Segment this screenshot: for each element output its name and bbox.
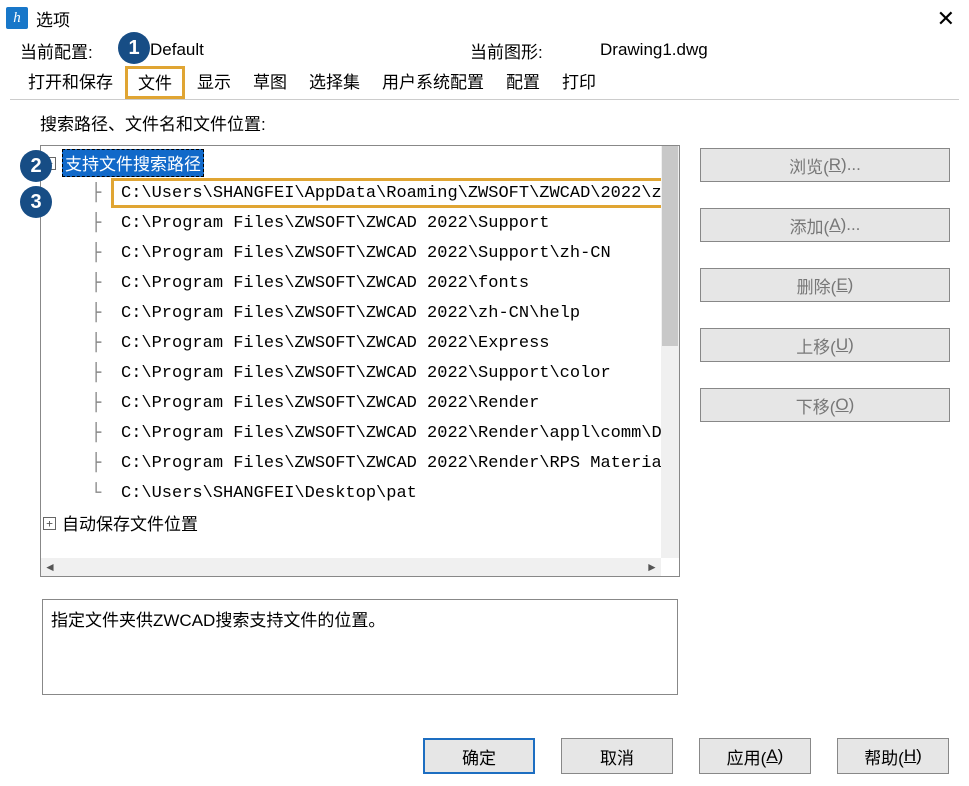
tree-branch-icon: ├ xyxy=(91,273,121,293)
tree-path-text: C:\Program Files\ZWSOFT\ZWCAD 2022\fonts xyxy=(121,274,529,293)
content-heading: 搜索路径、文件名和文件位置: xyxy=(40,110,953,135)
annotation-badge-2: 2 xyxy=(20,150,52,182)
tree-path-text: C:\Program Files\ZWSOFT\ZWCAD 2022\Rende… xyxy=(121,454,661,473)
tree-path-item[interactable]: ├ C:\Program Files\ZWSOFT\ZWCAD 2022\Sup… xyxy=(41,358,661,388)
window-title: 选项 xyxy=(36,6,70,31)
tab-open-save[interactable]: 打开和保存 xyxy=(18,66,123,99)
vertical-scrollbar-thumb[interactable] xyxy=(662,146,678,346)
tree-path-item[interactable]: ├ C:\Program Files\ZWSOFT\ZWCAD 2022\zh-… xyxy=(41,298,661,328)
tree-path-item[interactable]: ├ C:\Users\SHANGFEI\AppData\Roaming\ZWSO… xyxy=(41,178,661,208)
tab-files[interactable]: 文件 xyxy=(125,66,185,99)
tree-branch-icon: ├ xyxy=(91,423,121,443)
tree-path-text: C:\Users\SHANGFEI\AppData\Roaming\ZWSOFT… xyxy=(121,184,661,203)
tree-path-text: C:\Program Files\ZWSOFT\ZWCAD 2022\Suppo… xyxy=(121,214,549,233)
dialog-button-bar: 确定 取消 应用(A) 帮助(H) xyxy=(423,738,949,774)
tree-branch-icon: ├ xyxy=(91,393,121,413)
expand-icon[interactable]: + xyxy=(43,517,56,530)
tree-path-text: C:\Program Files\ZWSOFT\ZWCAD 2022\zh-CN… xyxy=(121,304,580,323)
file-tree[interactable]: − 支持文件搜索路径 ├ C:\Users\SHANGFEI\AppData\R… xyxy=(41,146,661,558)
tree-path-text: C:\Program Files\ZWSOFT\ZWCAD 2022\Expre… xyxy=(121,334,549,353)
current-drawing-label: 当前图形: xyxy=(470,38,600,63)
scroll-left-icon[interactable]: ◄ xyxy=(41,560,59,574)
ok-button[interactable]: 确定 xyxy=(423,738,535,774)
tree-node-autosave[interactable]: + 自动保存文件位置 xyxy=(41,508,661,538)
tab-display[interactable]: 显示 xyxy=(187,66,241,99)
file-tree-panel: − 支持文件搜索路径 ├ C:\Users\SHANGFEI\AppData\R… xyxy=(40,145,680,577)
tree-path-item[interactable]: ├ C:\Program Files\ZWSOFT\ZWCAD 2022\fon… xyxy=(41,268,661,298)
tree-path-text: C:\Users\SHANGFEI\Desktop\pat xyxy=(121,484,417,503)
tab-user-system[interactable]: 用户系统配置 xyxy=(372,66,494,99)
add-button[interactable]: 添加(A)... xyxy=(700,208,950,242)
vertical-scrollbar[interactable] xyxy=(661,146,679,558)
tree-path-item[interactable]: ├ C:\Program Files\ZWSOFT\ZWCAD 2022\Sup… xyxy=(41,208,661,238)
tree-path-item[interactable]: ├ C:\Program Files\ZWSOFT\ZWCAD 2022\Exp… xyxy=(41,328,661,358)
tree-path-text: C:\Program Files\ZWSOFT\ZWCAD 2022\Rende… xyxy=(121,394,539,413)
tree-branch-icon: ├ xyxy=(91,213,121,233)
current-config-value: Default xyxy=(150,40,470,60)
browse-button[interactable]: 浏览(R)... xyxy=(700,148,950,182)
current-drawing-value: Drawing1.dwg xyxy=(600,40,920,60)
scroll-right-icon[interactable]: ► xyxy=(643,560,661,574)
cancel-button[interactable]: 取消 xyxy=(561,738,673,774)
tree-branch-icon: └ xyxy=(91,483,121,503)
tree-node-label: 支持文件搜索路径 xyxy=(62,149,204,177)
help-button[interactable]: 帮助(H) xyxy=(837,738,949,774)
tree-path-item[interactable]: └ C:\Users\SHANGFEI\Desktop\pat xyxy=(41,478,661,508)
tree-branch-icon: ├ xyxy=(91,453,121,473)
tree-path-item[interactable]: ├ C:\Program Files\ZWSOFT\ZWCAD 2022\Ren… xyxy=(41,448,661,478)
tree-path-text: C:\Program Files\ZWSOFT\ZWCAD 2022\Suppo… xyxy=(121,244,611,263)
tree-branch-icon: ├ xyxy=(91,303,121,323)
annotation-badge-3: 3 xyxy=(20,186,52,218)
delete-button[interactable]: 删除(E) xyxy=(700,268,950,302)
tab-print[interactable]: 打印 xyxy=(552,66,606,99)
annotation-badge-1: 1 xyxy=(118,32,150,64)
tab-sketch[interactable]: 草图 xyxy=(243,66,297,99)
description-box: 指定文件夹供ZWCAD搜索支持文件的位置。 xyxy=(42,599,678,695)
tree-path-text: C:\Program Files\ZWSOFT\ZWCAD 2022\Suppo… xyxy=(121,364,611,383)
tab-selection[interactable]: 选择集 xyxy=(299,66,370,99)
tree-node-label: 自动保存文件位置 xyxy=(62,510,198,536)
tree-node-support-path[interactable]: − 支持文件搜索路径 xyxy=(41,148,661,178)
tree-branch-icon: ├ xyxy=(91,183,121,203)
tree-branch-icon: ├ xyxy=(91,243,121,263)
apply-button[interactable]: 应用(A) xyxy=(699,738,811,774)
move-up-button[interactable]: 上移(U) xyxy=(700,328,950,362)
tab-profiles[interactable]: 配置 xyxy=(496,66,550,99)
app-icon: h xyxy=(6,7,28,29)
tree-path-item[interactable]: ├ C:\Program Files\ZWSOFT\ZWCAD 2022\Ren… xyxy=(41,388,661,418)
tree-path-item[interactable]: ├ C:\Program Files\ZWSOFT\ZWCAD 2022\Ren… xyxy=(41,418,661,448)
tree-path-text: C:\Program Files\ZWSOFT\ZWCAD 2022\Rende… xyxy=(121,424,661,443)
horizontal-scrollbar[interactable]: ◄ ► xyxy=(41,558,661,576)
titlebar: h 选项 ✕ xyxy=(0,0,969,36)
tab-bar: 打开和保存 文件 显示 草图 选择集 用户系统配置 配置 打印 xyxy=(0,66,969,99)
move-down-button[interactable]: 下移(O) xyxy=(700,388,950,422)
tree-path-item[interactable]: ├ C:\Program Files\ZWSOFT\ZWCAD 2022\Sup… xyxy=(41,238,661,268)
close-icon[interactable]: ✕ xyxy=(937,6,955,32)
tree-branch-icon: ├ xyxy=(91,363,121,383)
tree-branch-icon: ├ xyxy=(91,333,121,353)
